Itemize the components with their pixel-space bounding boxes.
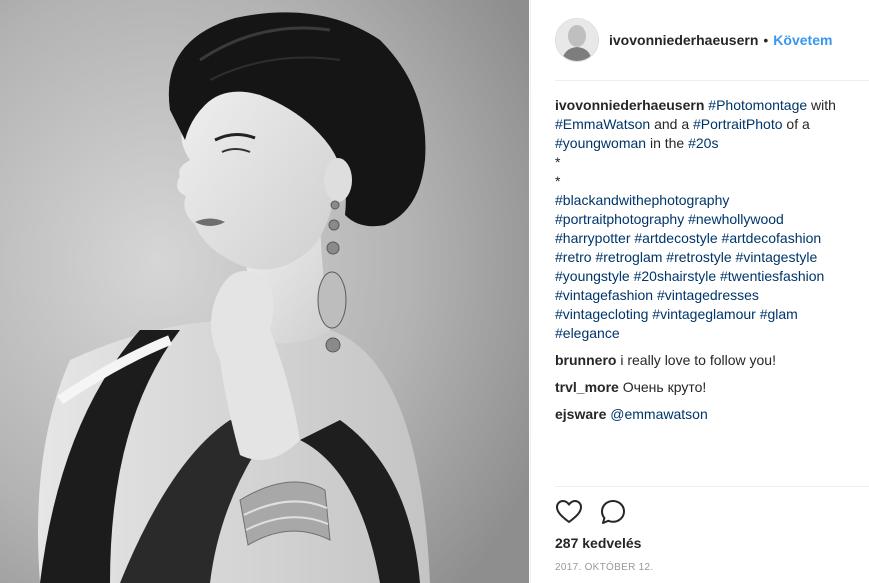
- hashtag-link[interactable]: #retro: [555, 249, 592, 265]
- likes-count[interactable]: 287 kedvelés: [555, 535, 641, 551]
- comment-item: trvl_more Очень круто!: [555, 378, 855, 397]
- hashtag-link[interactable]: #newhollywood: [688, 211, 784, 227]
- hashtag-link[interactable]: #artdecofashion: [722, 230, 822, 246]
- post-sidebar: ivovonniederhaeusern • Követem ivovonnie…: [530, 0, 869, 583]
- action-bar: [555, 498, 643, 526]
- hashtag-link[interactable]: #20s: [688, 135, 718, 151]
- post-header: ivovonniederhaeusern • Követem: [555, 15, 869, 65]
- hashtag-link[interactable]: #youngwoman: [555, 135, 646, 151]
- hashtag-link[interactable]: #vintagecloting: [555, 306, 648, 322]
- caption-text: #Photomontage with #EmmaWatson and a #Po…: [555, 97, 836, 341]
- comment-thread: brunnero i really love to follow you! trv…: [555, 351, 855, 424]
- header-divider: [555, 80, 869, 81]
- hashtag-link[interactable]: #elegance: [555, 325, 620, 341]
- heart-outline-icon: [556, 500, 582, 523]
- caption-username-link[interactable]: ivovonniederhaeusern: [555, 97, 704, 113]
- hashtag-link[interactable]: #Photomontage: [708, 97, 807, 113]
- comment-username-link[interactable]: ejsware: [555, 406, 606, 422]
- caption-text-segment: and a: [650, 116, 694, 132]
- comment-text: i really love to follow you!: [620, 352, 776, 368]
- hashtag-link[interactable]: #portraitphotography: [555, 211, 684, 227]
- caption: ivovonniederhaeusern #Photomontage with …: [555, 96, 855, 343]
- hashtag-link[interactable]: #artdecostyle: [634, 230, 717, 246]
- hashtag-link[interactable]: #vintagefashion: [555, 287, 653, 303]
- hashtag-link[interactable]: #harrypotter: [555, 230, 630, 246]
- post-photo[interactable]: [0, 0, 529, 583]
- comment-button[interactable]: [599, 498, 627, 526]
- hashtag-link[interactable]: #youngstyle: [555, 268, 630, 284]
- header-username-link[interactable]: ivovonniederhaeusern: [609, 32, 758, 48]
- hashtag-link[interactable]: #vintagestyle: [736, 249, 818, 265]
- hashtag-link[interactable]: #retrostyle: [666, 249, 731, 265]
- separator-dot: •: [763, 32, 769, 48]
- comment-username-link[interactable]: trvl_more: [555, 379, 619, 395]
- hashtag-link[interactable]: #blackandwithephotography: [555, 192, 729, 208]
- caption-text-segment: of a: [782, 116, 810, 132]
- hashtag-link[interactable]: #vintageglamour: [652, 306, 756, 322]
- mention-link[interactable]: @emmawatson: [610, 406, 707, 422]
- comment-item: brunnero i really love to follow you!: [555, 351, 855, 370]
- portrait-photo-image: [0, 0, 529, 583]
- post: ivovonniederhaeusern • Követem ivovonnie…: [0, 0, 869, 583]
- hashtag-link[interactable]: #retroglam: [595, 249, 662, 265]
- caption-text-segment: *: [555, 173, 561, 189]
- hashtag-link[interactable]: #20shairstyle: [634, 268, 717, 284]
- speech-bubble-icon: [601, 500, 625, 524]
- comment-item: ejsware @emmawatson: [555, 405, 855, 424]
- avatar[interactable]: [555, 18, 599, 62]
- actions-divider: [555, 486, 869, 487]
- comments-list: ivovonniederhaeusern #Photomontage with …: [555, 96, 855, 432]
- hashtag-link[interactable]: #EmmaWatson: [555, 116, 650, 132]
- like-button[interactable]: [555, 498, 583, 526]
- comment-text: Очень круто!: [622, 379, 707, 395]
- comment-username-link[interactable]: brunnero: [555, 352, 616, 368]
- post-date[interactable]: 2017. OKTÓBER 12.: [555, 562, 653, 573]
- hashtag-link[interactable]: #glam: [760, 306, 798, 322]
- follow-button[interactable]: Követem: [773, 32, 832, 48]
- avatar-image: [556, 19, 598, 61]
- caption-text-segment: *: [555, 154, 561, 170]
- hashtag-link[interactable]: #twentiesfashion: [720, 268, 824, 284]
- caption-text-segment: in the: [646, 135, 689, 151]
- caption-text-segment: with: [807, 97, 836, 113]
- hashtag-link[interactable]: #PortraitPhoto: [693, 116, 783, 132]
- hashtag-link[interactable]: #vintagedresses: [657, 287, 759, 303]
